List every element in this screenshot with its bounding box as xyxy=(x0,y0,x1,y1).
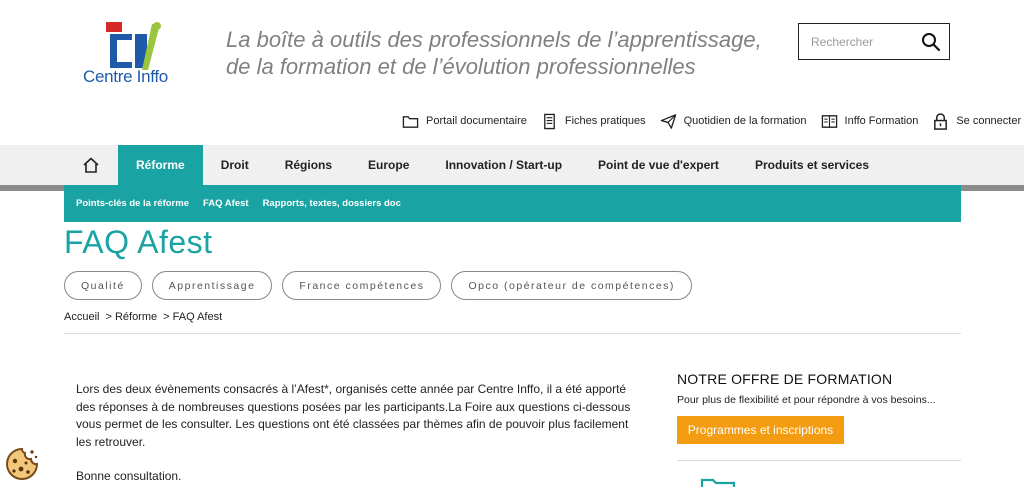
nav-item-reforme[interactable]: Réforme xyxy=(118,145,203,185)
nav-item-regions[interactable]: Régions xyxy=(267,145,350,185)
breadcrumb-current: > FAQ Afest xyxy=(163,311,223,323)
breadcrumb-reforme[interactable]: > Réforme xyxy=(105,311,157,323)
lock-icon xyxy=(934,112,948,130)
nav-item-point-de-vue-d-expert[interactable]: Point de vue d'expert xyxy=(580,145,737,185)
tag-france-competences[interactable]: France compétences xyxy=(282,271,442,300)
paper-plane-icon xyxy=(660,113,676,129)
nav-item-innovation-start-up[interactable]: Innovation / Start-up xyxy=(427,145,580,185)
utility-link-label: Se connecter xyxy=(956,115,1022,127)
sub-nav: Points-clés de la réforme FAQ Afest Rapp… xyxy=(64,185,961,222)
newspaper-icon xyxy=(821,114,837,128)
programmes-inscriptions-button[interactable]: Programmes et inscriptions xyxy=(677,416,844,444)
search-icon xyxy=(922,33,941,52)
folder-icon xyxy=(402,115,419,128)
breadcrumb-divider xyxy=(64,333,961,334)
subnav-item-faq-afest[interactable]: FAQ Afest xyxy=(203,198,249,209)
utility-links: Portail documentaire Fiches pratiques Qu… xyxy=(402,110,1021,132)
page-title: FAQ Afest xyxy=(64,224,213,260)
search-input[interactable] xyxy=(799,24,917,59)
breadcrumb-accueil[interactable]: Accueil xyxy=(64,311,99,323)
tag-opco[interactable]: Opco (opérateur de compétences) xyxy=(451,271,692,300)
nav-item-droit[interactable]: Droit xyxy=(203,145,267,185)
tag-list: Qualité Apprentissage France compétences… xyxy=(64,271,692,300)
main-nav: Réforme Droit Régions Europe Innovation … xyxy=(64,145,887,185)
document-icon xyxy=(544,113,555,129)
tag-qualite[interactable]: Qualité xyxy=(64,271,142,300)
home-icon xyxy=(83,157,99,173)
nav-item-europe[interactable]: Europe xyxy=(350,145,427,185)
utility-link-inffo-formation[interactable]: Inffo Formation xyxy=(821,113,919,130)
utility-link-label: Quotidien de la formation xyxy=(683,115,807,127)
utility-link-label: Portail documentaire xyxy=(426,115,527,127)
search-box xyxy=(798,23,950,60)
utility-link-quotidien-de-la-formation[interactable]: Quotidien de la formation xyxy=(660,113,807,130)
utility-link-label: Inffo Formation xyxy=(844,115,919,127)
intro-paragraph: Lors des deux évènements consacrés à l’A… xyxy=(76,382,631,449)
cookie-icon xyxy=(6,447,39,480)
utility-link-portail-documentaire[interactable]: Portail documentaire xyxy=(402,113,527,130)
sidebar-title: NOTRE OFFRE DE FORMATION xyxy=(677,371,893,387)
logo-text: Centre Inffo xyxy=(83,67,168,86)
utility-link-se-connecter[interactable]: Se connecter xyxy=(932,112,1022,130)
logo[interactable]: Centre Inffo xyxy=(80,18,190,88)
sidebar-divider xyxy=(677,460,961,461)
nav-home[interactable] xyxy=(64,145,118,185)
nav-item-produits-et-services[interactable]: Produits et services xyxy=(737,145,887,185)
subnav-item-rapports[interactable]: Rapports, textes, dossiers doc xyxy=(263,198,401,209)
intro-paragraph: Bonne consultation. xyxy=(76,469,182,483)
sidebar-folder-icon xyxy=(700,476,736,487)
search-button[interactable] xyxy=(921,32,941,52)
subnav-item-points-cles[interactable]: Points-clés de la réforme xyxy=(76,198,189,209)
tag-apprentissage[interactable]: Apprentissage xyxy=(151,271,273,300)
cookie-settings-button[interactable] xyxy=(4,446,40,482)
sidebar-subtitle: Pour plus de flexibilité et pour répondr… xyxy=(677,394,936,406)
site-tagline: La boîte à outils des professionnels de … xyxy=(226,27,762,79)
intro-text: Lors des deux évènements consacrés à l’A… xyxy=(76,381,646,486)
breadcrumb: Accueil > Réforme > FAQ Afest xyxy=(64,311,222,323)
utility-link-fiches-pratiques[interactable]: Fiches pratiques xyxy=(541,113,646,130)
utility-link-label: Fiches pratiques xyxy=(564,115,646,127)
